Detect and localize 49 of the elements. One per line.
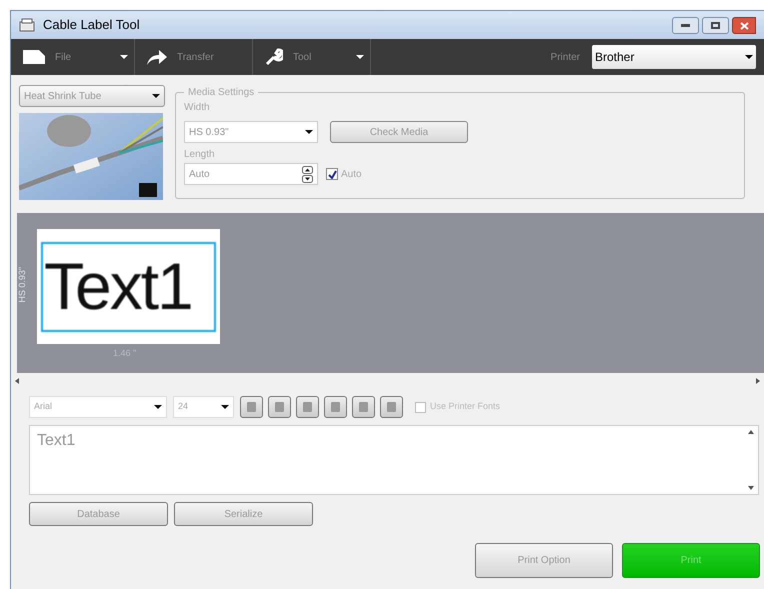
toolbar-menu-button[interactable]: Tool: [253, 39, 371, 75]
caret-icon: [152, 94, 160, 98]
option-button[interactable]: Print Option: [475, 543, 613, 578]
caret-icon: [745, 55, 753, 59]
minimize-button[interactable]: [672, 17, 699, 34]
maximize-button[interactable]: [702, 17, 729, 34]
close-button[interactable]: [732, 17, 756, 34]
font-size-dropdown[interactable]: 24: [173, 396, 234, 418]
action-button[interactable]: Database: [29, 502, 168, 526]
toolbar-menu-button[interactable]: File: [11, 39, 135, 75]
width-dropdown[interactable]: HS 0.93": [184, 121, 318, 143]
caret-icon: [154, 405, 162, 409]
printer-dropdown[interactable]: Brother: [592, 45, 756, 69]
caret-icon: [221, 405, 229, 409]
scroll-left-icon[interactable]: [15, 378, 19, 384]
shrink-font-button[interactable]: [268, 396, 291, 418]
spin-up-icon[interactable]: [302, 166, 313, 174]
window-title: Cable Label Tool: [43, 16, 140, 34]
height-dimension: HS 0.93": [16, 266, 28, 305]
printer-label: Printer: [550, 50, 580, 64]
media-type-dropdown[interactable]: Heat Shrink Tube: [19, 85, 165, 107]
action-button[interactable]: Serialize: [174, 502, 313, 526]
strikethrough-button[interactable]: [380, 396, 403, 418]
length-spinbox[interactable]: Auto: [184, 163, 318, 185]
scroll-down-icon[interactable]: [748, 486, 754, 490]
bold-button[interactable]: [296, 396, 319, 418]
app-icon: [19, 18, 35, 32]
document-icon: [23, 50, 45, 64]
group-title: Media Settings: [187, 86, 256, 100]
auto-checkbox[interactable]: Auto: [326, 166, 362, 182]
length-label: Length: [184, 148, 215, 162]
check-media-button[interactable]: Check Media: [330, 121, 468, 143]
underline-button[interactable]: [352, 396, 375, 418]
label-text[interactable]: Text1: [41, 242, 216, 332]
caret-icon: [305, 130, 313, 134]
wrench-icon: [265, 48, 283, 66]
scroll-right-icon[interactable]: [756, 378, 760, 384]
width-label: Width: [184, 101, 210, 115]
spin-down-icon[interactable]: [302, 174, 313, 182]
toolbar-menu-button[interactable]: Transfer: [135, 39, 253, 75]
scroll-up-icon[interactable]: [748, 430, 754, 434]
checkmark-icon: [328, 170, 336, 178]
arrow-icon: [147, 49, 167, 65]
font-dropdown[interactable]: Arial: [29, 396, 167, 418]
grow-font-button[interactable]: [240, 396, 263, 418]
close-icon: [740, 22, 748, 30]
print-button[interactable]: Print: [622, 543, 760, 578]
text-input-area[interactable]: Text1: [29, 425, 759, 495]
italic-button[interactable]: [324, 396, 347, 418]
